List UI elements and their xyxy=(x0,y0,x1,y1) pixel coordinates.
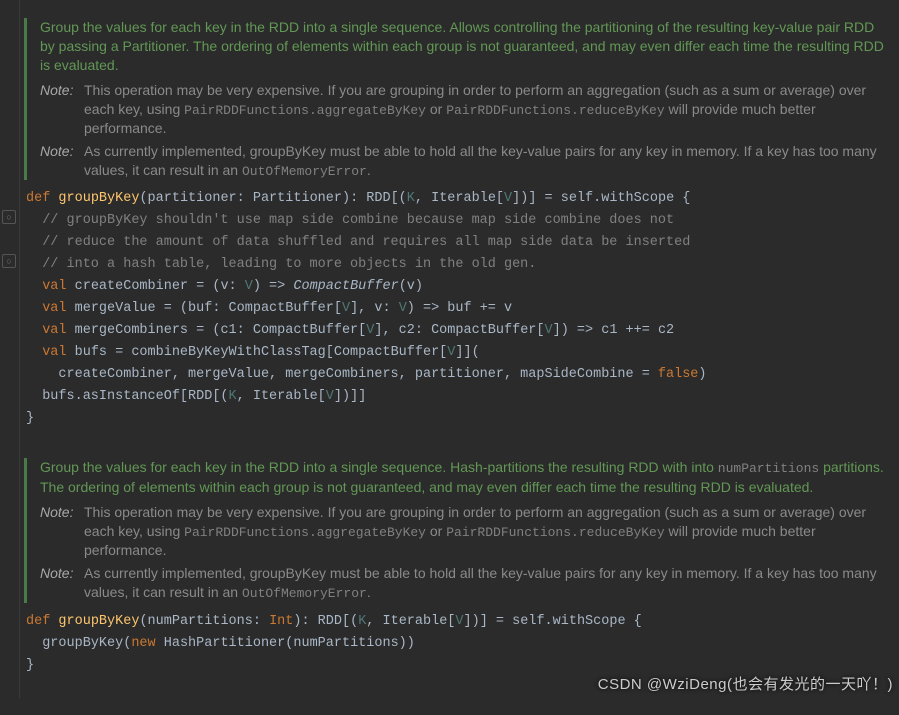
type-param: V xyxy=(455,614,463,629)
note-body: This operation may be very expensive. If… xyxy=(84,81,889,138)
gutter-marker-icon[interactable]: ○ xyxy=(2,210,16,224)
code-text: ]]( xyxy=(455,345,479,360)
code-text: ) => xyxy=(253,279,294,294)
function-name: groupByKey xyxy=(58,191,139,206)
type: Int xyxy=(269,614,293,629)
code-text: ], c2: CompactBuffer[ xyxy=(374,323,544,338)
note-body: As currently implemented, groupByKey mus… xyxy=(84,142,889,180)
note-body: As currently implemented, groupByKey mus… xyxy=(84,564,889,602)
inline-code: PairRDDFunctions.reduceByKey xyxy=(446,103,664,118)
inline-code: OutOfMemoryError xyxy=(242,586,367,601)
code-text: , Iterable[ xyxy=(415,191,504,206)
doc-note: Note: This operation may be very expensi… xyxy=(40,81,889,138)
code-text: ])] = self.withScope { xyxy=(464,614,642,629)
note-text: As currently implemented, groupByKey mus… xyxy=(84,143,877,178)
code-text: ])] = self.withScope { xyxy=(512,191,690,206)
code-text: ])]] xyxy=(334,389,366,404)
doc-summary: Group the values for each key in the RDD… xyxy=(40,18,889,75)
code-block[interactable]: def groupByKey(partitioner: Partitioner)… xyxy=(26,188,889,430)
code-text: HashPartitioner(numPartitions)) xyxy=(156,636,415,651)
code-text: groupByKey( xyxy=(26,636,131,651)
code-text: (partitioner: Partitioner): xyxy=(139,191,366,206)
gutter-marker-icon[interactable]: ○ xyxy=(2,254,16,268)
keyword: val xyxy=(42,301,66,316)
comment: // groupByKey shouldn't use map side com… xyxy=(26,213,674,228)
watermark: CSDN @WziDeng(也会有发光的一天吖！) xyxy=(598,673,893,694)
doc-block: Group the values for each key in the RDD… xyxy=(24,18,889,180)
doc-block: Group the values for each key in the RDD… xyxy=(24,458,889,602)
keyword: val xyxy=(42,279,66,294)
keyword: def xyxy=(26,614,50,629)
code-text: (numPartitions: xyxy=(139,614,269,629)
code-text: RDD[( xyxy=(366,191,407,206)
code-text: } xyxy=(26,411,34,426)
note-text: . xyxy=(367,162,371,178)
note-label: Note: xyxy=(40,142,82,161)
keyword: def xyxy=(26,191,50,206)
doc-summary: Group the values for each key in the RDD… xyxy=(40,458,889,496)
code-block[interactable]: def groupByKey(numPartitions: Int): RDD[… xyxy=(26,611,889,677)
code-text: bufs = combineByKeyWithClassTag[CompactB… xyxy=(67,345,448,360)
code-text: ], v: xyxy=(350,301,399,316)
note-label: Note: xyxy=(40,564,82,583)
function-name: groupByKey xyxy=(58,614,139,629)
type-param: K xyxy=(407,191,415,206)
code-text: , Iterable[ xyxy=(237,389,326,404)
code-text: createCombiner = (v: xyxy=(67,279,245,294)
code-text: ): RDD[( xyxy=(293,614,358,629)
code-text: bufs.asInstanceOf[RDD[( xyxy=(26,389,229,404)
keyword: new xyxy=(131,636,155,651)
doc-note: Note: This operation may be very expensi… xyxy=(40,503,889,560)
type-param: V xyxy=(399,301,407,316)
keyword: val xyxy=(42,345,66,360)
note-text: As currently implemented, groupByKey mus… xyxy=(84,565,877,600)
code-text: createCombiner, mergeValue, mergeCombine… xyxy=(26,367,658,382)
note-body: This operation may be very expensive. If… xyxy=(84,503,889,560)
type-param: V xyxy=(326,389,334,404)
code-text: ]) => c1 ++= c2 xyxy=(553,323,675,338)
type-param: V xyxy=(342,301,350,316)
doc-note: Note: As currently implemented, groupByK… xyxy=(40,142,889,180)
type-param: V xyxy=(504,191,512,206)
code-text: } xyxy=(26,658,34,673)
note-label: Note: xyxy=(40,81,82,100)
editor-gutter: ○ ○ xyxy=(0,0,20,698)
editor-content: Group the values for each key in the RDD… xyxy=(24,0,899,715)
code-text: ) xyxy=(698,367,706,382)
inline-code: numPartitions xyxy=(718,461,819,476)
doc-note: Note: As currently implemented, groupByK… xyxy=(40,564,889,602)
code-text: ) => buf += v xyxy=(407,301,512,316)
note-text: . xyxy=(367,584,371,600)
code-text: mergeValue = (buf: CompactBuffer[ xyxy=(67,301,342,316)
inline-code: OutOfMemoryError xyxy=(242,164,367,179)
inline-code: PairRDDFunctions.aggregateByKey xyxy=(184,525,426,540)
code-text: , Iterable[ xyxy=(366,614,455,629)
code-text: mergeCombiners = (c1: CompactBuffer[ xyxy=(67,323,367,338)
code-text: CompactBuffer xyxy=(293,279,398,294)
code-text: (v) xyxy=(399,279,423,294)
inline-code: PairRDDFunctions.reduceByKey xyxy=(446,525,664,540)
comment: // reduce the amount of data shuffled an… xyxy=(26,235,690,250)
note-text: or xyxy=(426,101,446,117)
note-text: or xyxy=(426,523,446,539)
keyword: val xyxy=(42,323,66,338)
literal: false xyxy=(658,367,699,382)
comment: // into a hash table, leading to more ob… xyxy=(26,257,536,272)
type-param: V xyxy=(545,323,553,338)
type-param: K xyxy=(229,389,237,404)
type-param: V xyxy=(245,279,253,294)
inline-code: PairRDDFunctions.aggregateByKey xyxy=(184,103,426,118)
note-label: Note: xyxy=(40,503,82,522)
doc-text: Group the values for each key in the RDD… xyxy=(40,459,718,475)
